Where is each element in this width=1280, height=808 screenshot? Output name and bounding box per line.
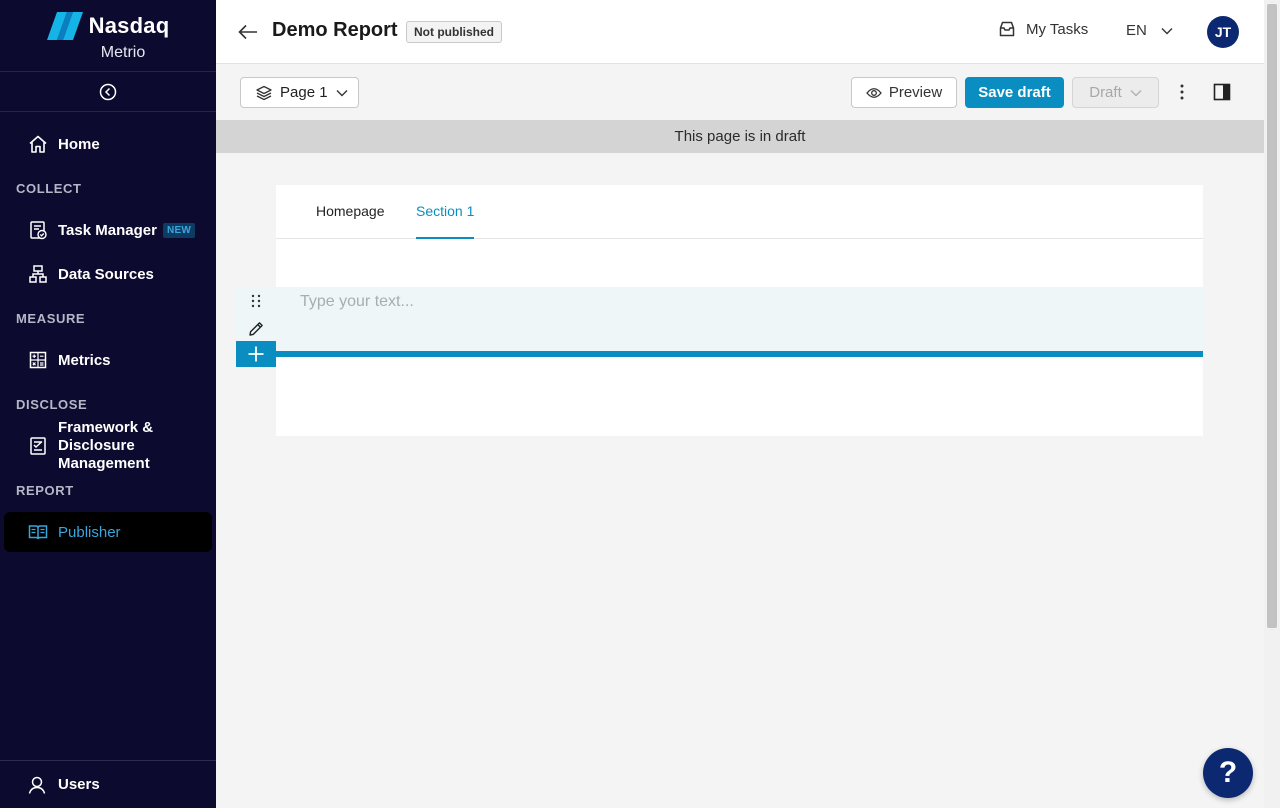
my-tasks-label: My Tasks (1026, 20, 1089, 38)
document-check-icon (30, 437, 46, 455)
section-title-collect: COLLECT (16, 181, 82, 196)
nasdaq-logo-icon (46, 11, 83, 40)
section-tabs: Homepage Section 1 (276, 185, 1203, 239)
my-tasks-button[interactable]: My Tasks (998, 20, 1088, 38)
page-select-label: Page 1 (280, 84, 328, 101)
avatar[interactable]: JT (1207, 16, 1239, 48)
more-options-button[interactable] (1172, 82, 1192, 102)
eye-icon (865, 87, 882, 98)
save-draft-button[interactable]: Save draft (965, 77, 1064, 108)
brand-name: Nasdaq (88, 12, 170, 38)
draft-status-select[interactable]: Draft (1072, 77, 1159, 108)
language-select[interactable]: EN (1126, 22, 1173, 39)
language-label: EN (1126, 22, 1147, 39)
section-title-report: REPORT (16, 483, 74, 498)
sidebar-item-label: Data Sources (58, 265, 154, 283)
new-badge: NEW (162, 222, 196, 238)
preview-label: Preview (888, 84, 943, 101)
text-block-placeholder: Type your text... (300, 293, 414, 310)
chevron-down-icon (1161, 27, 1173, 34)
book-open-icon (28, 525, 48, 540)
draft-banner: This page is in draft (216, 120, 1264, 153)
sidebar: Nasdaq Metrio Home COLLECT Task Manager … (0, 0, 216, 808)
inbox-icon (999, 21, 1015, 37)
home-icon (29, 135, 47, 153)
preview-button[interactable]: Preview (851, 77, 957, 108)
status-badge: Not published (406, 21, 502, 43)
sidebar-item-label: Publisher (58, 523, 121, 541)
chevron-down-icon (1130, 89, 1142, 96)
layers-icon (256, 85, 272, 100)
sidebar-panel-icon[interactable] (1213, 83, 1231, 101)
collapse-sidebar-button[interactable] (0, 72, 216, 112)
drag-handle-button[interactable] (236, 288, 276, 314)
active-tab-indicator (416, 237, 474, 239)
sidebar-item-framework[interactable]: Framework & Disclosure Management (0, 419, 216, 473)
top-header: Demo Report Not published My Tasks EN JT (216, 0, 1264, 64)
drag-handle-icon (251, 294, 261, 308)
more-vertical-icon (1180, 84, 1184, 100)
sidebar-item-publisher[interactable]: Publisher (0, 520, 216, 544)
logo[interactable]: Nasdaq Metrio (0, 0, 216, 72)
sidebar-item-users[interactable]: Users (0, 760, 216, 808)
framework-line-3: Management (58, 455, 150, 472)
sidebar-item-label: Task Manager (58, 221, 157, 239)
sidebar-item-metrics[interactable]: Metrics (0, 348, 216, 372)
add-block-button[interactable] (236, 341, 276, 367)
back-button[interactable] (236, 20, 260, 44)
sidebar-item-task-manager[interactable]: Task Manager NEW (0, 218, 216, 242)
chevron-down-icon (336, 89, 348, 96)
pencil-icon (249, 322, 263, 336)
sidebar-item-data-sources[interactable]: Data Sources (0, 262, 216, 286)
framework-line-2: Disclosure (58, 437, 135, 454)
calculator-icon (29, 351, 47, 369)
section-title-measure: MEASURE (16, 311, 86, 326)
sitemap-icon (29, 265, 47, 283)
sidebar-item-home[interactable]: Home (0, 132, 216, 156)
sidebar-item-label: Home (58, 135, 100, 153)
user-icon (28, 776, 46, 794)
edit-block-button[interactable] (236, 316, 276, 342)
block-insert-line (276, 351, 1203, 357)
sidebar-item-label: Metrics (58, 351, 111, 369)
sidebar-item-label: Framework & Disclosure Management (58, 419, 153, 473)
draft-status-label: Draft (1089, 84, 1122, 101)
page-select[interactable]: Page 1 (240, 77, 359, 108)
plus-icon (248, 346, 264, 362)
product-name: Metrio (100, 43, 146, 61)
scrollbar-thumb[interactable] (1267, 4, 1277, 628)
sidebar-item-label: Users (58, 776, 100, 793)
chevron-left-circle-icon (99, 83, 117, 100)
section-title-disclose: DISCLOSE (16, 397, 88, 412)
tab-homepage[interactable]: Homepage (316, 203, 385, 219)
page-title: Demo Report (272, 19, 398, 41)
text-block[interactable]: Type your text... (276, 287, 1203, 351)
editor-card: Homepage Section 1 Type your text... (276, 185, 1203, 436)
page-scrollbar[interactable] (1264, 0, 1280, 808)
arrow-left-icon (238, 24, 257, 40)
clipboard-check-icon (30, 221, 47, 240)
editor-toolbar: Page 1 Preview Save draft Draft (216, 64, 1264, 120)
help-button[interactable]: ? (1203, 748, 1253, 798)
tab-section-1[interactable]: Section 1 (416, 203, 474, 219)
framework-line-1: Framework & (58, 419, 154, 436)
